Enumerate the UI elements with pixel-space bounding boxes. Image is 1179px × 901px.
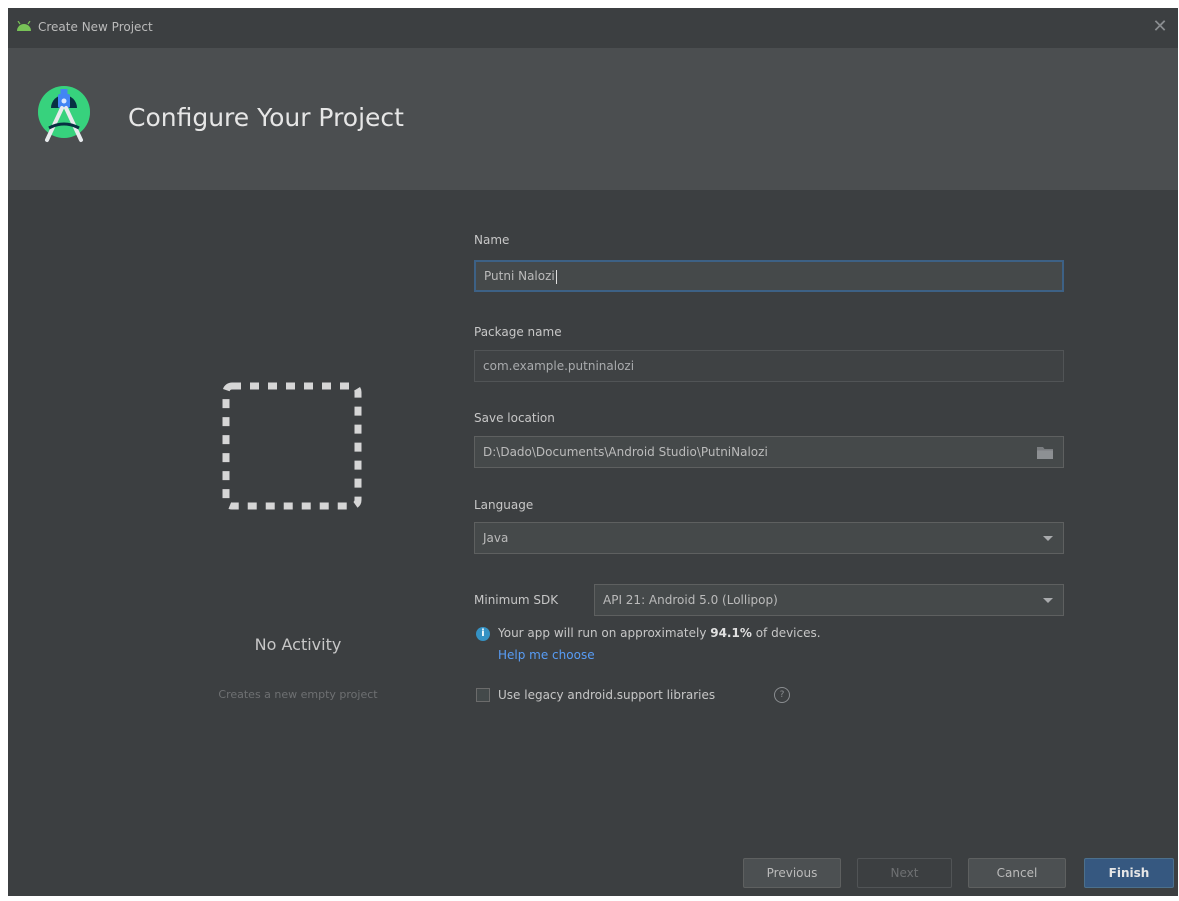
legacy-support-label[interactable]: Use legacy android.support libraries bbox=[498, 688, 715, 702]
previous-button[interactable]: Previous bbox=[743, 858, 841, 888]
dialog-footer: Previous Next Cancel Finish bbox=[8, 840, 1178, 896]
create-project-dialog: Create New Project ✕ Configure Your Proj… bbox=[8, 8, 1178, 896]
help-me-choose-link[interactable]: Help me choose bbox=[498, 648, 595, 662]
language-dropdown[interactable]: Java bbox=[474, 522, 1064, 554]
close-button[interactable]: ✕ bbox=[1150, 17, 1170, 37]
text-caret bbox=[555, 269, 557, 284]
cancel-button[interactable]: Cancel bbox=[968, 858, 1066, 888]
save-location-label: Save location bbox=[474, 411, 555, 425]
no-activity-icon bbox=[222, 382, 362, 510]
next-button[interactable]: Next bbox=[857, 858, 952, 888]
package-name-field[interactable]: com.example.putninalozi bbox=[474, 350, 1064, 382]
page-title: Configure Your Project bbox=[128, 103, 404, 132]
minimum-sdk-dropdown[interactable]: API 21: Android 5.0 (Lollipop) bbox=[594, 584, 1064, 616]
save-location-field[interactable]: D:\Dado\Documents\Android Studio\PutniNa… bbox=[474, 436, 1064, 468]
name-field[interactable]: Putni Nalozi bbox=[474, 260, 1064, 292]
finish-button[interactable]: Finish bbox=[1084, 858, 1174, 888]
header-banner: Configure Your Project bbox=[8, 48, 1178, 190]
minimum-sdk-label: Minimum SDK bbox=[474, 593, 559, 607]
close-icon: ✕ bbox=[1152, 16, 1168, 37]
info-icon: i bbox=[476, 627, 490, 641]
chevron-down-icon bbox=[1043, 536, 1053, 541]
template-preview: No Activity Creates a new empty project bbox=[8, 190, 448, 840]
coverage-prefix: Your app will run on approximately bbox=[498, 626, 711, 640]
help-icon[interactable]: ? bbox=[774, 687, 790, 703]
chevron-down-icon bbox=[1043, 598, 1053, 603]
coverage-suffix: of devices. bbox=[751, 626, 821, 640]
title-bar: Create New Project ✕ bbox=[8, 8, 1178, 48]
save-location-value: D:\Dado\Documents\Android Studio\PutniNa… bbox=[483, 445, 768, 459]
language-label: Language bbox=[474, 498, 534, 512]
android-icon bbox=[17, 21, 31, 31]
window-title: Create New Project bbox=[38, 20, 153, 34]
package-name-value: com.example.putninalozi bbox=[483, 359, 635, 373]
minimum-sdk-row: Minimum SDK API 21: Android 5.0 (Lollipo… bbox=[474, 584, 1074, 616]
legacy-support-checkbox[interactable] bbox=[476, 688, 490, 702]
minimum-sdk-value: API 21: Android 5.0 (Lollipop) bbox=[603, 593, 778, 607]
language-value: Java bbox=[483, 531, 509, 545]
coverage-percent: 94.1% bbox=[710, 626, 752, 640]
android-studio-logo bbox=[38, 86, 90, 142]
name-field-value: Putni Nalozi bbox=[484, 269, 555, 283]
name-label: Name bbox=[474, 233, 510, 247]
coverage-text: Your app will run on approximately 94.1%… bbox=[498, 626, 821, 640]
folder-icon[interactable] bbox=[1037, 446, 1053, 459]
package-label: Package name bbox=[474, 325, 562, 339]
